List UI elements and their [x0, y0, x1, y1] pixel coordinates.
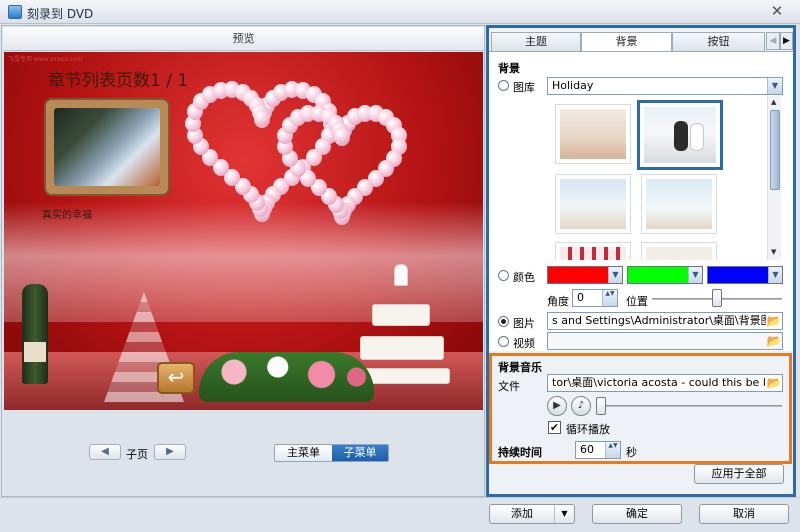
- music-file-label: 文件: [498, 380, 520, 393]
- sub-menu-button[interactable]: 子菜单: [332, 445, 388, 461]
- spin-arrows-icon[interactable]: ▲▼: [602, 290, 617, 306]
- flower-bouquet-decoration: [199, 352, 374, 402]
- video-radio[interactable]: [498, 336, 509, 347]
- scroll-down-icon[interactable]: ▼: [771, 248, 779, 256]
- music-progress-thumb[interactable]: [596, 397, 606, 415]
- duration-unit: 秒: [626, 446, 637, 459]
- music-section-title: 背景音乐: [498, 361, 542, 374]
- menu-preview-canvas: 飞雪专用 www.xxxxx.com 章节列表页数1 / 1 真实的幸福 ↩: [4, 52, 483, 410]
- champagne-bottle-decoration: [22, 284, 48, 384]
- spin-arrows-icon[interactable]: ▲▼: [605, 442, 620, 458]
- music-progress-track[interactable]: [606, 405, 782, 407]
- background-gallery: [548, 96, 767, 260]
- music-file-field[interactable]: tor\桌面\victoria acosta - could this be l…: [547, 374, 783, 392]
- tab-theme[interactable]: 主题: [491, 32, 581, 51]
- preview-header: 预览: [3, 27, 484, 51]
- add-button-label: 添加: [511, 507, 533, 520]
- video-label: 视频: [513, 337, 535, 350]
- title-bar: [0, 0, 800, 24]
- chapter-thumbnail-caption[interactable]: 真实的幸福: [42, 206, 92, 221]
- image-path-field[interactable]: s and Settings\Administrator\桌面\背景图片.jpg: [547, 312, 783, 330]
- image-radio[interactable]: [498, 316, 509, 327]
- color-swatch-blue: [708, 267, 768, 283]
- previous-page-button[interactable]: ◀: [89, 444, 121, 460]
- color-picker-3[interactable]: ▼: [707, 266, 783, 284]
- folder-open-icon[interactable]: 📂: [766, 376, 782, 390]
- gallery-thumb-beach-sand[interactable]: [555, 104, 631, 164]
- position-slider-thumb[interactable]: [712, 289, 722, 307]
- color-radio[interactable]: [498, 270, 509, 281]
- music-note-button[interactable]: ♪: [571, 396, 591, 416]
- bottle-label-decoration: [24, 342, 46, 362]
- wedding-cake-decoration: [354, 264, 450, 384]
- chevron-down-icon: ▼: [768, 267, 782, 283]
- chevron-down-icon: ▼: [608, 267, 622, 283]
- scroll-up-icon[interactable]: ▲: [771, 98, 779, 106]
- folder-open-icon[interactable]: 📂: [766, 334, 782, 348]
- angle-label: 角度: [547, 295, 569, 308]
- chapter-thumbnail-image: [54, 108, 160, 186]
- gallery-thumb-beach-sky[interactable]: [641, 174, 717, 234]
- position-label: 位置: [626, 295, 648, 308]
- balloon-decoration: [333, 127, 350, 145]
- image-label: 图片: [513, 317, 535, 330]
- background-section-title: 背景: [498, 62, 520, 75]
- image-path-value: s and Settings\Administrator\桌面\背景图片.jpg: [552, 314, 783, 327]
- loop-checkbox[interactable]: ✔: [548, 421, 561, 434]
- color-swatch-green: [628, 267, 688, 283]
- add-button[interactable]: 添加 ▼: [489, 504, 575, 524]
- cancel-button[interactable]: 取消: [699, 504, 789, 524]
- tab-button[interactable]: 按钮: [672, 32, 765, 51]
- color-label: 颜色: [513, 271, 535, 284]
- duration-value: 60: [580, 443, 594, 456]
- gallery-scrollbar[interactable]: ▲ ▼: [767, 96, 781, 260]
- color-swatch-red: [548, 267, 608, 283]
- gallery-select[interactable]: Holiday ▼: [547, 77, 783, 95]
- return-arrow-button[interactable]: ↩: [157, 362, 195, 394]
- ok-button[interactable]: 确定: [592, 504, 682, 524]
- window-title: 刻录到 DVD: [27, 7, 94, 21]
- play-button[interactable]: ▶: [547, 396, 567, 416]
- gallery-thumb-roses[interactable]: [555, 242, 631, 260]
- tab-scroll-right-button[interactable]: ▶: [780, 32, 793, 50]
- tab-background[interactable]: 背景: [581, 32, 672, 52]
- music-file-value: tor\桌面\victoria acosta - could this be l…: [552, 376, 782, 389]
- folder-open-icon[interactable]: 📂: [766, 314, 782, 328]
- gallery-scroll-thumb[interactable]: [770, 110, 780, 190]
- chevron-down-icon: ▼: [688, 267, 702, 283]
- main-menu-button[interactable]: 主菜单: [275, 445, 332, 461]
- gallery-thumb-beach-couple[interactable]: [637, 100, 723, 170]
- video-path-field[interactable]: [547, 332, 783, 350]
- gallery-thumb-plain[interactable]: [641, 242, 717, 260]
- angle-value: 0: [577, 291, 584, 304]
- subpage-label: 子页: [126, 448, 148, 461]
- color-picker-2[interactable]: ▼: [627, 266, 703, 284]
- gallery-radio[interactable]: [498, 80, 509, 91]
- duration-spinner[interactable]: 60 ▲▼: [575, 441, 621, 459]
- apply-to-all-button[interactable]: 应用于全部: [694, 464, 784, 484]
- app-dvd-icon: [8, 5, 22, 19]
- chapter-thumbnail[interactable]: [44, 98, 170, 196]
- gallery-thumb-beach-heart[interactable]: [555, 174, 631, 234]
- chevron-down-icon[interactable]: ▼: [554, 505, 574, 523]
- watermark-text: 飞雪专用 www.xxxxx.com: [8, 56, 83, 63]
- duration-label: 持续时间: [498, 446, 542, 459]
- chapter-list-title[interactable]: 章节列表页数1 / 1: [48, 66, 188, 91]
- next-page-button[interactable]: ▶: [154, 444, 186, 460]
- close-button[interactable]: ✕: [766, 3, 788, 21]
- chevron-down-icon: ▼: [767, 78, 782, 94]
- balloon-decoration: [253, 108, 270, 126]
- gallery-select-value: Holiday: [552, 79, 594, 92]
- loop-label: 循环播放: [566, 423, 610, 436]
- menu-toggle-group: 主菜单 子菜单: [274, 444, 389, 462]
- tab-scroll-left-button[interactable]: ◀: [766, 32, 780, 50]
- angle-spinner[interactable]: 0 ▲▼: [572, 289, 618, 307]
- gallery-label: 图库: [513, 81, 535, 94]
- color-picker-1[interactable]: ▼: [547, 266, 623, 284]
